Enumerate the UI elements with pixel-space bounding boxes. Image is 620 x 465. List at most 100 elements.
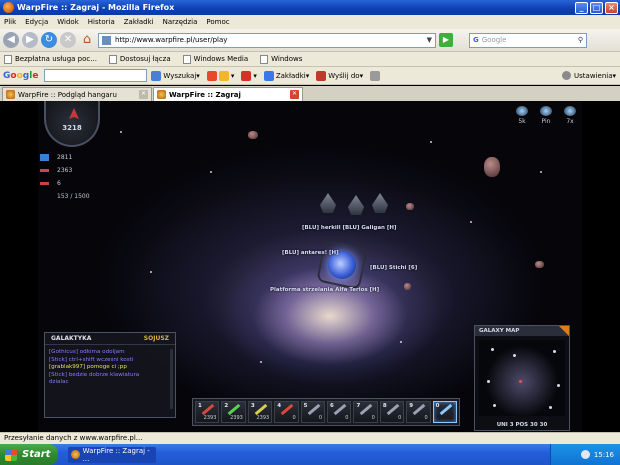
ship[interactable]: [348, 195, 364, 215]
skill-slot[interactable]: 80: [379, 401, 405, 423]
skill-slot[interactable]: 3 2393: [247, 401, 273, 423]
gmail-button[interactable]: ▾: [241, 70, 257, 81]
tab-hangar[interactable]: WarpFire :: Podgląd hangaru ✕: [2, 87, 152, 101]
go-button[interactable]: ▶: [439, 33, 453, 47]
close-button[interactable]: ×: [605, 1, 618, 14]
minimize-button[interactable]: _: [575, 1, 588, 14]
bookmarks-toolbar: Bezpłatna usługa poc... Dostosuj łącza W…: [0, 52, 620, 67]
skill-slot[interactable]: 90: [406, 401, 431, 423]
ship[interactable]: [372, 193, 388, 213]
skill-slot[interactable]: 1 2393: [195, 401, 220, 423]
volume-icon[interactable]: [580, 450, 590, 459]
asteroid[interactable]: [406, 203, 414, 210]
skill-key: 2: [224, 403, 229, 409]
bookmark-item[interactable]: Bezpłatna usługa poc...: [4, 54, 97, 64]
chat-tab-galaxy[interactable]: GALAKTYKA: [51, 335, 91, 342]
chat-tab-alliance[interactable]: SOJUSZ: [144, 335, 169, 342]
popup-icon: [218, 70, 229, 81]
player-radar: 3218: [44, 101, 100, 147]
galaxy-map-resize-icon[interactable]: [559, 326, 569, 336]
hud-label: 7x: [566, 118, 574, 125]
skill-slot[interactable]: 40: [274, 401, 299, 423]
player-ship-icon: [69, 108, 79, 119]
galaxy-map-view[interactable]: [479, 340, 565, 416]
search-input[interactable]: G Google ⚲: [469, 32, 587, 48]
google-toolbar: Google Wyszukaj ▾ ▾ ▾ Zakładki ▾ Wyślij do…: [0, 67, 620, 85]
skill-key: 7: [356, 403, 361, 409]
hud-item[interactable]: Pin: [540, 106, 552, 125]
skill-slot[interactable]: 50: [300, 401, 326, 423]
bookmarks-google-button[interactable]: Zakładki ▾: [263, 70, 309, 81]
settings-button[interactable]: Ustawienia ▾: [562, 71, 616, 80]
google-tools[interactable]: ▾: [206, 70, 234, 81]
page-icon: [182, 54, 191, 64]
menu-view[interactable]: Widok: [57, 18, 79, 26]
skill-slot[interactable]: 2 2393: [221, 401, 246, 423]
skill-slot[interactable]: 60: [327, 401, 352, 423]
chat-scrollbar[interactable]: [170, 349, 173, 409]
game-viewport[interactable]: 3218 2811 2363 6 153 / 1500 5k Pin 7x [B…: [0, 101, 620, 432]
window-titlebar[interactable]: WarpFire :: Zagraj - Mozilla Firefox _ □…: [0, 0, 620, 15]
asteroid[interactable]: [248, 131, 258, 139]
bookmark-label: Dostosuj łącza: [119, 55, 171, 63]
skill-count: 0: [318, 415, 323, 421]
hud-item[interactable]: 7x: [564, 106, 576, 125]
start-button[interactable]: Start: [0, 444, 58, 465]
tab-close-icon[interactable]: ✕: [139, 90, 148, 99]
speed-icon: [40, 169, 49, 172]
skill-count: 2393: [203, 415, 217, 421]
stat-value: 153 / 1500: [57, 193, 90, 200]
page-icon: [108, 54, 117, 64]
navigation-toolbar: ◀ ▶ ↻ ✕ ⌂ http://www.warpfire.pl/user/pl…: [0, 29, 620, 52]
menu-history[interactable]: Historia: [88, 18, 115, 26]
home-button[interactable]: ⌂: [79, 32, 95, 48]
ship[interactable]: [320, 193, 336, 213]
chat-message: dzialac: [49, 379, 69, 385]
taskbar-item-firefox[interactable]: WarpFire :: Zagraj - ...: [68, 446, 156, 463]
back-button[interactable]: ◀: [3, 32, 19, 48]
skill-slot[interactable]: 70: [353, 401, 378, 423]
chat-message: [Stick] ctrl+shift wcześni kostí: [49, 356, 134, 363]
hud-orb-icon: [564, 106, 576, 116]
bookmark-item[interactable]: Windows Media: [182, 54, 248, 64]
asteroid[interactable]: [484, 157, 500, 177]
skill-count: 0: [292, 415, 296, 421]
tab-close-icon[interactable]: ✕: [290, 90, 299, 99]
skill-count: 2393: [256, 415, 270, 421]
ship-label[interactable]: [BLU] Stichi [6]: [370, 265, 417, 271]
ship-label[interactable]: [BLU] antares! [H]: [282, 250, 339, 256]
bookmark-item[interactable]: Windows: [260, 54, 302, 64]
asteroid[interactable]: [404, 283, 411, 290]
tab-play[interactable]: WarpFire :: Zagraj ✕: [153, 87, 303, 101]
pencil-button[interactable]: [370, 70, 382, 81]
reload-button[interactable]: ↻: [41, 32, 57, 48]
clock[interactable]: 15:16: [594, 451, 614, 459]
forward-button[interactable]: ▶: [22, 32, 38, 48]
stat-row: 2811: [40, 151, 90, 164]
menu-file[interactable]: Plik: [4, 18, 16, 26]
map-marker: [491, 348, 494, 351]
menu-help[interactable]: Pomoc: [206, 18, 229, 26]
google-search-input[interactable]: [44, 69, 148, 82]
page-icon: [4, 54, 12, 64]
hud-item[interactable]: 5k: [516, 106, 528, 125]
asteroid[interactable]: [535, 261, 544, 268]
bookmark-item[interactable]: Dostosuj łącza: [108, 54, 171, 64]
menu-bookmarks[interactable]: Zakładki: [124, 18, 154, 26]
search-icon[interactable]: ⚲: [578, 36, 583, 44]
pagerank-icon: [206, 70, 217, 81]
menu-tools[interactable]: Narzędzia: [163, 18, 198, 26]
skill-count: 0: [424, 415, 428, 421]
send-to-button[interactable]: Wyślij do ▾: [316, 70, 363, 81]
menu-edit[interactable]: Edycja: [25, 18, 48, 26]
ship-label[interactable]: [BLU] herkill [BLU] Galigan [H]: [302, 225, 397, 231]
platform-label[interactable]: Platforma strzelania Alfa Terios [H]: [270, 287, 379, 293]
skill-slot[interactable]: 0: [432, 401, 458, 423]
hud-orb-icon: [516, 106, 528, 116]
maximize-button[interactable]: □: [590, 1, 603, 14]
url-bar[interactable]: http://www.warpfire.pl/user/play ▼: [98, 32, 436, 48]
url-dropdown-icon[interactable]: ▼: [427, 36, 432, 44]
galaxy-map-position: UNI 3 POS 30 30: [496, 422, 548, 428]
stop-button[interactable]: ✕: [60, 32, 76, 48]
google-search-button[interactable]: Wyszukaj ▾: [151, 70, 200, 81]
